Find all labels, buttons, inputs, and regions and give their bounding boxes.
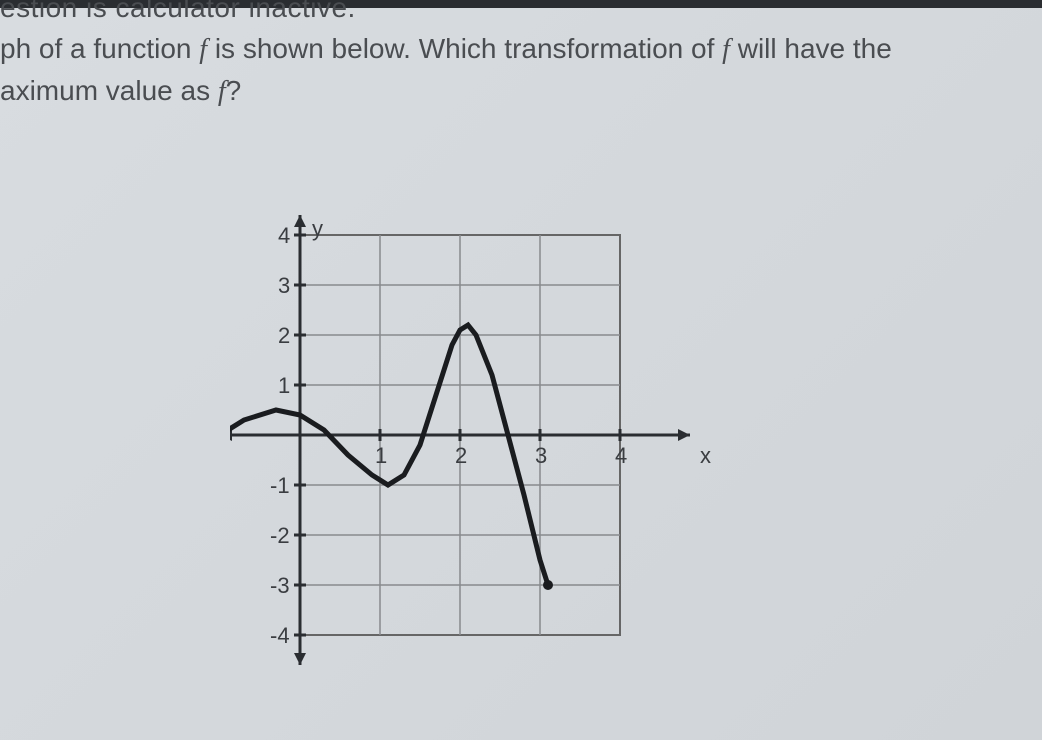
x-axis-arrow	[678, 429, 690, 441]
y-tick-label: -1	[270, 473, 290, 498]
question-line-1: ph of a function f is shown below. Which…	[0, 28, 1040, 71]
question-line-2: aximum value as f?	[0, 70, 241, 113]
y-axis-arrow-down	[294, 653, 306, 665]
y-axis-label: y	[312, 216, 323, 241]
y-axis-arrow-up	[294, 215, 306, 227]
function-graph: 1 2 3 4 1 2 3 4 -1 -2 -3 -4 y x	[230, 200, 730, 670]
chart-svg: 1 2 3 4 1 2 3 4 -1 -2 -3 -4 y x	[230, 200, 730, 670]
y-tick-label: 4	[278, 223, 290, 248]
x-tick-label: 1	[375, 443, 387, 468]
curve-end-point	[543, 580, 553, 590]
x-tick-label: 4	[615, 443, 627, 468]
y-tick-label: 1	[278, 373, 290, 398]
y-tick-label: 2	[278, 323, 290, 348]
y-tick-label: -2	[270, 523, 290, 548]
x-axis-label: x	[700, 443, 711, 468]
variable-f: f	[722, 34, 730, 65]
variable-f: f	[218, 76, 226, 107]
y-tick-label: -4	[270, 623, 290, 648]
question-text-part: ph of a function	[0, 33, 199, 64]
x-tick-label: 2	[455, 443, 467, 468]
question-text-part: ?	[226, 75, 242, 106]
y-tick-label: -3	[270, 573, 290, 598]
question-text-part: will have the	[730, 33, 892, 64]
x-tick-label: 3	[535, 443, 547, 468]
variable-f: f	[199, 34, 207, 65]
y-tick-label: 3	[278, 273, 290, 298]
question-text-part: is shown below. Which transformation of	[207, 33, 722, 64]
notice-text: estion is calculator inactive.	[0, 0, 356, 24]
question-text-part: aximum value as	[0, 75, 218, 106]
